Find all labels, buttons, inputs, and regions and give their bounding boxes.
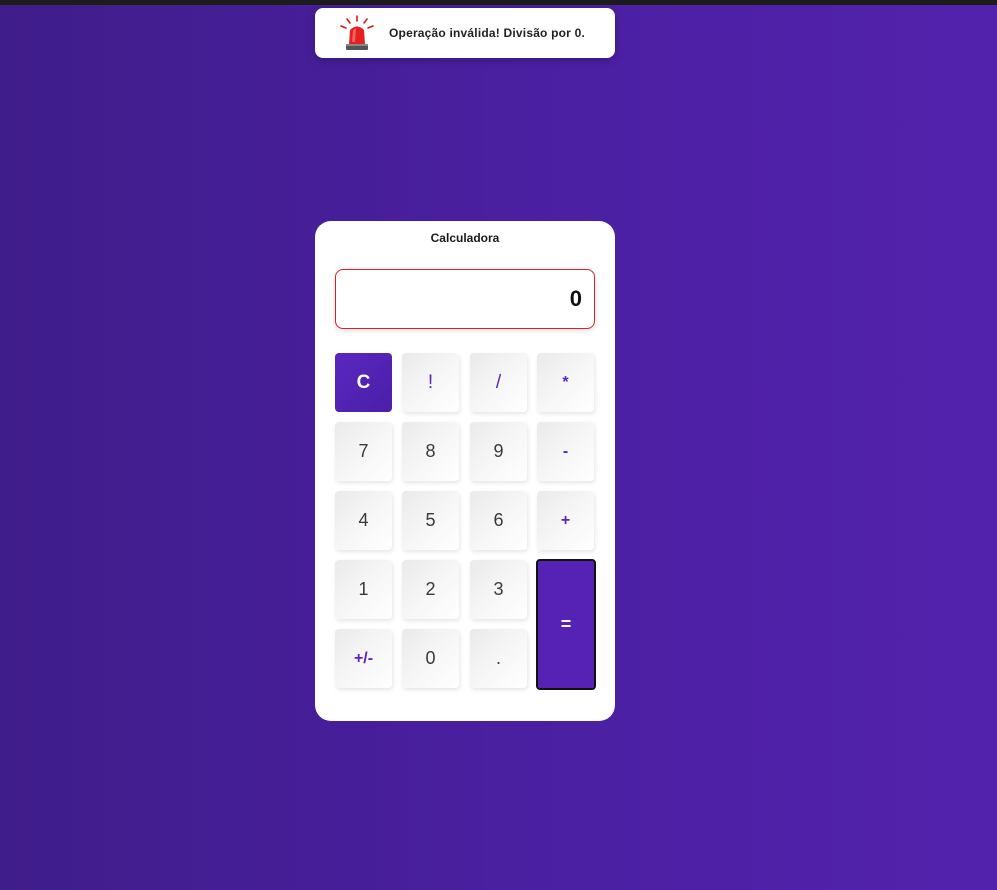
calculator-card: Calculadora 0 C ! / * 7 8 9 - 4 5 6 + 1 … [315,221,615,721]
divide-button[interactable]: / [470,353,527,412]
digit-7-button[interactable]: 7 [335,422,392,481]
clear-button[interactable]: C [335,353,392,412]
factorial-button[interactable]: ! [402,353,459,412]
digit-5-button[interactable]: 5 [402,491,459,550]
decimal-button[interactable]: . [470,629,527,688]
toggle-sign-button[interactable]: +/- [335,629,392,688]
digit-0-button[interactable]: 0 [402,629,459,688]
top-bar [0,0,997,5]
multiply-button[interactable]: * [537,353,594,412]
digit-6-button[interactable]: 6 [470,491,527,550]
error-toast: Operação inválida! Divisão por 0. [315,8,615,58]
equals-button[interactable]: = [536,559,596,690]
calculator-title: Calculadora [430,231,500,245]
digit-8-button[interactable]: 8 [402,422,459,481]
siren-icon [337,13,377,53]
calculator-display: 0 [335,269,595,329]
digit-1-button[interactable]: 1 [335,560,392,619]
plus-button[interactable]: + [537,491,594,550]
toast-message: Operação inválida! Divisão por 0. [389,26,585,40]
minus-button[interactable]: - [537,422,594,481]
digit-4-button[interactable]: 4 [335,491,392,550]
digit-9-button[interactable]: 9 [470,422,527,481]
digit-2-button[interactable]: 2 [402,560,459,619]
digit-3-button[interactable]: 3 [470,560,527,619]
